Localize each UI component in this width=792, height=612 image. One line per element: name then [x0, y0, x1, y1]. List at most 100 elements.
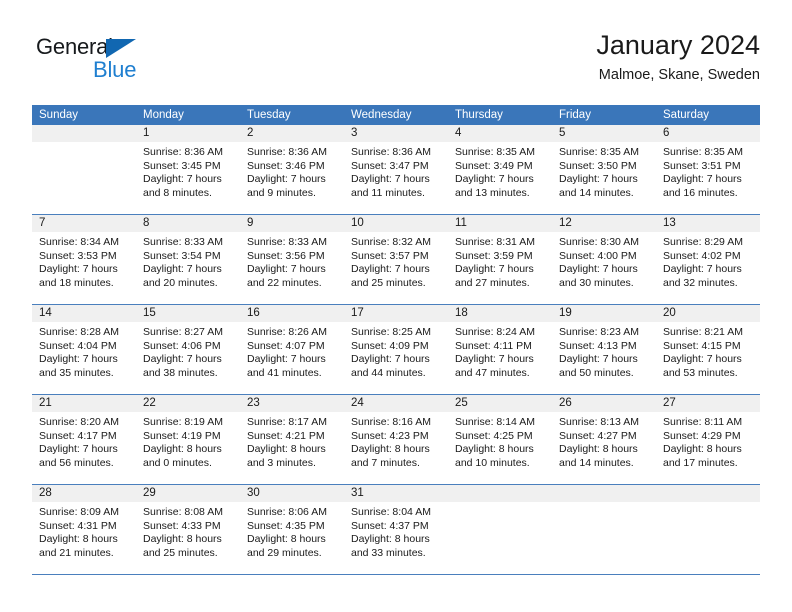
day-detail-line: and 3 minutes.: [247, 456, 316, 469]
day-cell-13[interactable]: 13 Sunrise: 8:29 AM Sunset: 4:02 PM Dayligh…: [656, 215, 760, 304]
day-detail-line: Daylight: 7 hours: [663, 353, 742, 366]
day-number: 26: [552, 395, 656, 412]
day-cell-11[interactable]: 11 Sunrise: 8:31 AM Sunset: 3:59 PM Dayligh…: [448, 215, 552, 304]
day-detail-line: Sunrise: 8:36 AM: [143, 146, 223, 158]
day-cell-14[interactable]: 14 Sunrise: 8:28 AM Sunset: 4:04 PM Dayligh…: [32, 305, 136, 394]
day-details: Sunrise: 8:36 AM Sunset: 3:47 PM Daylight:…: [344, 142, 448, 200]
day-number: 7: [32, 215, 136, 232]
day-number: 5: [552, 125, 656, 142]
day-detail-line: Sunset: 3:56 PM: [247, 249, 325, 262]
day-detail-line: Daylight: 7 hours: [247, 263, 326, 276]
day-cell-6[interactable]: 6 Sunrise: 8:35 AM Sunset: 3:51 PM Daylight…: [656, 125, 760, 214]
day-cell-29[interactable]: 29 Sunrise: 8:08 AM Sunset: 4:33 PM Dayligh…: [136, 485, 240, 574]
day-detail-line: Daylight: 7 hours: [559, 353, 638, 366]
title-block: January 2024 Malmoe, Skane, Sweden: [596, 28, 760, 85]
day-detail-line: Daylight: 7 hours: [351, 263, 430, 276]
day-detail-line: Daylight: 7 hours: [455, 353, 534, 366]
day-cell-9[interactable]: 9 Sunrise: 8:33 AM Sunset: 3:56 PM Daylight…: [240, 215, 344, 304]
day-detail-line: and 7 minutes.: [351, 456, 420, 469]
day-details: [552, 502, 656, 506]
day-detail-line: Sunrise: 8:28 AM: [39, 326, 119, 338]
page-subtitle: Malmoe, Skane, Sweden: [598, 67, 760, 83]
day-details: Sunrise: 8:29 AM Sunset: 4:02 PM Daylight:…: [656, 232, 760, 290]
day-detail-line: Sunset: 4:21 PM: [247, 429, 325, 442]
day-cell-1[interactable]: 1 Sunrise: 8:36 AM Sunset: 3:45 PM Daylight…: [136, 125, 240, 214]
day-number: 22: [136, 395, 240, 412]
day-cell-31[interactable]: 31 Sunrise: 8:04 AM Sunset: 4:37 PM Dayligh…: [344, 485, 448, 574]
day-number: 10: [344, 215, 448, 232]
day-cell-22[interactable]: 22 Sunrise: 8:19 AM Sunset: 4:19 PM Dayligh…: [136, 395, 240, 484]
day-cell-24[interactable]: 24 Sunrise: 8:16 AM Sunset: 4:23 PM Dayligh…: [344, 395, 448, 484]
day-detail-line: Sunset: 4:27 PM: [559, 429, 637, 442]
day-cell-15[interactable]: 15 Sunrise: 8:27 AM Sunset: 4:06 PM Dayligh…: [136, 305, 240, 394]
day-detail-line: Sunrise: 8:06 AM: [247, 506, 327, 518]
day-number: 20: [656, 305, 760, 322]
logo-text-blue: Blue: [93, 57, 137, 82]
day-detail-line: Sunset: 4:19 PM: [143, 429, 221, 442]
day-cell-20[interactable]: 20 Sunrise: 8:21 AM Sunset: 4:15 PM Dayligh…: [656, 305, 760, 394]
day-detail-line: Sunset: 3:47 PM: [351, 159, 429, 172]
day-number: 27: [656, 395, 760, 412]
day-cell-18[interactable]: 18 Sunrise: 8:24 AM Sunset: 4:11 PM Dayligh…: [448, 305, 552, 394]
day-detail-line: Sunset: 4:23 PM: [351, 429, 429, 442]
day-details: Sunrise: 8:08 AM Sunset: 4:33 PM Daylight:…: [136, 502, 240, 560]
day-cell-21[interactable]: 21 Sunrise: 8:20 AM Sunset: 4:17 PM Dayligh…: [32, 395, 136, 484]
day-detail-line: Sunset: 3:57 PM: [351, 249, 429, 262]
day-cell-5[interactable]: 5 Sunrise: 8:35 AM Sunset: 3:50 PM Daylight…: [552, 125, 656, 214]
day-number: 18: [448, 305, 552, 322]
day-detail-line: and 32 minutes.: [663, 276, 738, 289]
day-detail-line: Sunset: 3:54 PM: [143, 249, 221, 262]
day-cell-4[interactable]: 4 Sunrise: 8:35 AM Sunset: 3:49 PM Daylight…: [448, 125, 552, 214]
day-details: Sunrise: 8:35 AM Sunset: 3:49 PM Daylight:…: [448, 142, 552, 200]
day-cell-26[interactable]: 26 Sunrise: 8:13 AM Sunset: 4:27 PM Dayligh…: [552, 395, 656, 484]
day-detail-line: Daylight: 7 hours: [247, 353, 326, 366]
day-number: 4: [448, 125, 552, 142]
day-cell-7[interactable]: 7 Sunrise: 8:34 AM Sunset: 3:53 PM Daylight…: [32, 215, 136, 304]
day-details: Sunrise: 8:04 AM Sunset: 4:37 PM Daylight:…: [344, 502, 448, 560]
weekday-header-monday: Monday: [143, 109, 184, 121]
week-row: 7 Sunrise: 8:34 AM Sunset: 3:53 PM Daylight…: [32, 215, 760, 305]
day-detail-line: and 22 minutes.: [247, 276, 322, 289]
day-detail-line: and 11 minutes.: [351, 186, 425, 199]
day-detail-line: Daylight: 7 hours: [143, 263, 222, 276]
weekday-header-saturday: Saturday: [663, 109, 710, 121]
day-detail-line: and 41 minutes.: [247, 366, 322, 379]
day-cell-19[interactable]: 19 Sunrise: 8:23 AM Sunset: 4:13 PM Dayligh…: [552, 305, 656, 394]
day-detail-line: Sunrise: 8:04 AM: [351, 506, 431, 518]
day-details: Sunrise: 8:17 AM Sunset: 4:21 PM Daylight:…: [240, 412, 344, 470]
day-cell-3[interactable]: 3 Sunrise: 8:36 AM Sunset: 3:47 PM Daylight…: [344, 125, 448, 214]
weekday-header-thursday: Thursday: [455, 109, 503, 121]
day-details: Sunrise: 8:13 AM Sunset: 4:27 PM Daylight:…: [552, 412, 656, 470]
day-cell-30[interactable]: 30 Sunrise: 8:06 AM Sunset: 4:35 PM Dayligh…: [240, 485, 344, 574]
weekday-header-friday: Friday: [559, 109, 591, 121]
day-cell-25[interactable]: 25 Sunrise: 8:14 AM Sunset: 4:25 PM Dayligh…: [448, 395, 552, 484]
day-details: Sunrise: 8:16 AM Sunset: 4:23 PM Daylight:…: [344, 412, 448, 470]
day-detail-line: Sunset: 4:29 PM: [663, 429, 741, 442]
day-detail-line: and 20 minutes.: [143, 276, 218, 289]
weekday-header-tuesday: Tuesday: [247, 109, 291, 121]
day-cell-10[interactable]: 10 Sunrise: 8:32 AM Sunset: 3:57 PM Dayligh…: [344, 215, 448, 304]
day-number: [448, 485, 552, 502]
day-cell-27[interactable]: 27 Sunrise: 8:11 AM Sunset: 4:29 PM Dayligh…: [656, 395, 760, 484]
day-number: 1: [136, 125, 240, 142]
day-detail-line: Sunrise: 8:08 AM: [143, 506, 223, 518]
day-detail-line: Sunrise: 8:19 AM: [143, 416, 223, 428]
day-detail-line: and 35 minutes.: [39, 366, 114, 379]
day-details: Sunrise: 8:19 AM Sunset: 4:19 PM Daylight:…: [136, 412, 240, 470]
day-detail-line: Sunrise: 8:24 AM: [455, 326, 535, 338]
day-cell-8[interactable]: 8 Sunrise: 8:33 AM Sunset: 3:54 PM Daylight…: [136, 215, 240, 304]
general-blue-logo[interactable]: General Blue: [36, 34, 216, 90]
day-cell-16[interactable]: 16 Sunrise: 8:26 AM Sunset: 4:07 PM Dayligh…: [240, 305, 344, 394]
day-cell-23[interactable]: 23 Sunrise: 8:17 AM Sunset: 4:21 PM Dayligh…: [240, 395, 344, 484]
day-cell-17[interactable]: 17 Sunrise: 8:25 AM Sunset: 4:09 PM Dayligh…: [344, 305, 448, 394]
day-details: Sunrise: 8:31 AM Sunset: 3:59 PM Daylight:…: [448, 232, 552, 290]
day-detail-line: and 33 minutes.: [351, 546, 426, 559]
day-cell-12[interactable]: 12 Sunrise: 8:30 AM Sunset: 4:00 PM Dayligh…: [552, 215, 656, 304]
day-cell-2[interactable]: 2 Sunrise: 8:36 AM Sunset: 3:46 PM Daylight…: [240, 125, 344, 214]
weekday-header-sunday: Sunday: [39, 109, 79, 121]
day-cell-28[interactable]: 28 Sunrise: 8:09 AM Sunset: 4:31 PM Dayligh…: [32, 485, 136, 574]
day-detail-line: and 21 minutes.: [39, 546, 114, 559]
day-number: 3: [344, 125, 448, 142]
day-detail-line: and 16 minutes.: [663, 186, 738, 199]
day-number: 15: [136, 305, 240, 322]
